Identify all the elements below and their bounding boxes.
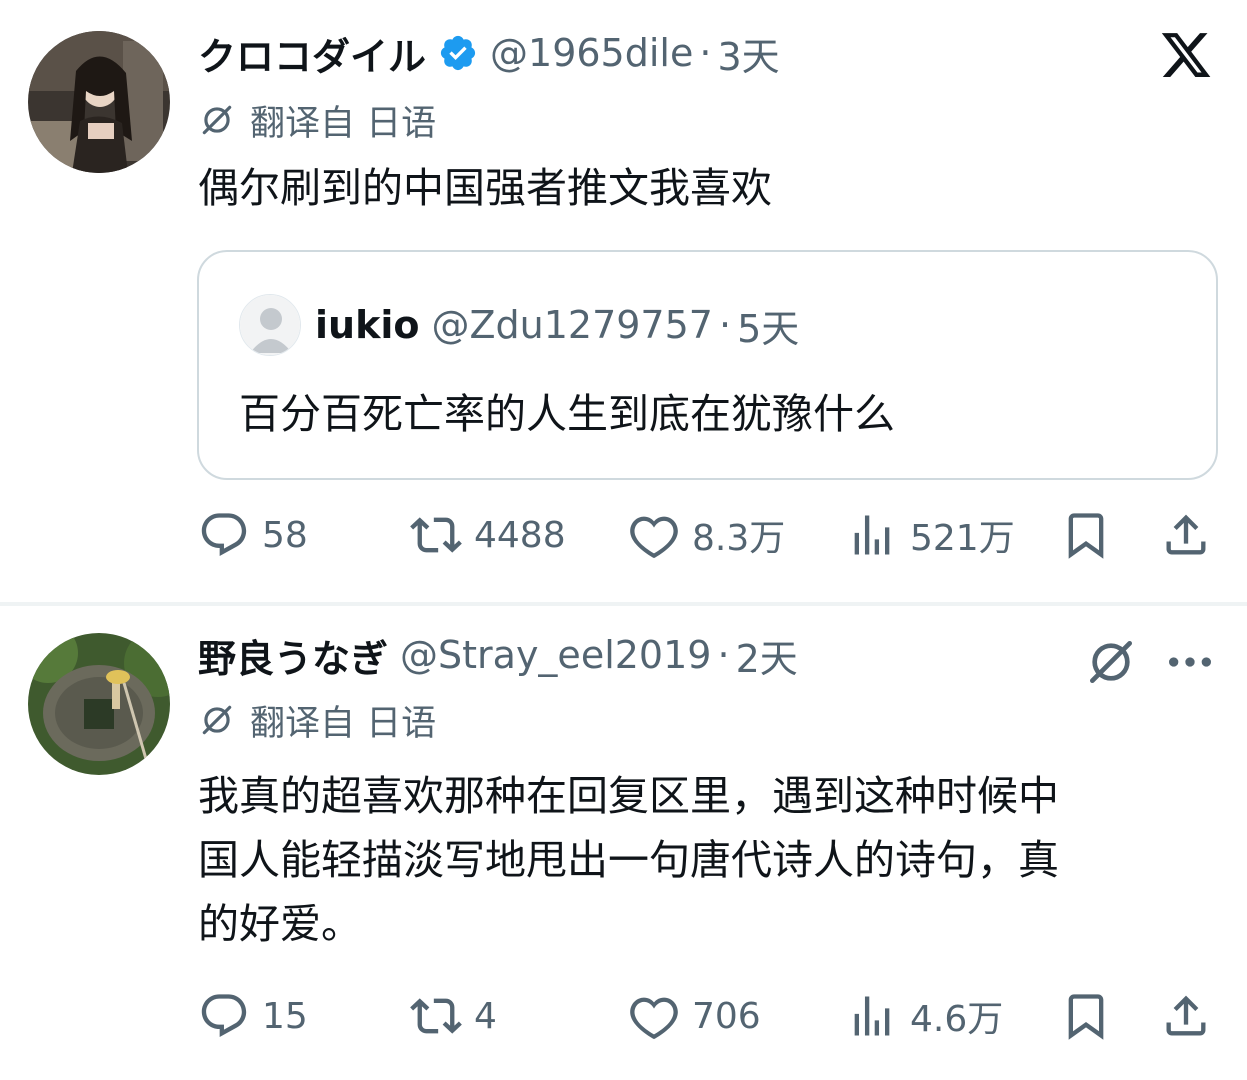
handle[interactable]: @1965dile xyxy=(490,31,693,75)
translate-icon xyxy=(202,705,232,735)
retweet-icon xyxy=(410,517,462,553)
like-button[interactable]: 706 xyxy=(628,986,761,1046)
reply-count: 15 xyxy=(262,995,308,1037)
timestamp[interactable]: 3天 xyxy=(717,26,779,81)
views-icon xyxy=(854,996,890,1036)
views-button[interactable]: 4.6万 xyxy=(846,986,1003,1046)
quote-display-name[interactable]: iukio xyxy=(315,303,419,347)
grok-icon[interactable] xyxy=(1083,634,1139,690)
reply-icon xyxy=(201,513,247,556)
tweet-text-line: 国人能轻描淡写地甩出一句唐代诗人的诗句，真 xyxy=(198,836,1059,884)
reply-icon xyxy=(201,994,247,1037)
quote-timestamp[interactable]: 5天 xyxy=(737,298,799,353)
translated-label: 翻译自 日语 xyxy=(250,103,437,144)
like-icon xyxy=(630,997,678,1040)
like-button[interactable]: 8.3万 xyxy=(628,505,785,565)
separator-dot: · xyxy=(699,31,712,75)
x-logo-icon xyxy=(1161,33,1211,77)
tweet-text: 我真的超喜欢那种在回复区里，遇到这种时候中 国人能轻描淡写地甩出一句唐代诗人的诗… xyxy=(198,764,1218,956)
like-count: 706 xyxy=(692,995,761,1037)
views-count: 4.6万 xyxy=(910,999,1004,1040)
views-icon xyxy=(854,515,890,555)
bookmark-button[interactable] xyxy=(1060,986,1112,1046)
retweet-count: 4488 xyxy=(474,514,566,556)
translated-label: 翻译自 日语 xyxy=(250,703,437,744)
tweet-header: クロコダイル @1965dile · 3天 xyxy=(198,26,780,81)
like-icon xyxy=(630,516,678,559)
handle[interactable]: @Stray_eel2019 xyxy=(400,633,711,677)
translated-from[interactable]: 翻译自 日语 xyxy=(198,98,436,144)
translated-from[interactable]: 翻译自 日语 xyxy=(198,698,436,744)
bookmark-icon xyxy=(1068,994,1104,1040)
bookmark-button[interactable] xyxy=(1060,505,1112,565)
quote-handle[interactable]: @Zdu1279757 xyxy=(431,303,712,347)
views-button[interactable]: 521万 xyxy=(846,505,1015,565)
action-bar: 58 4488 8.3万 521万 xyxy=(198,505,1220,565)
quote-text: 百分百死亡率的人生到底在犹豫什么 xyxy=(239,390,895,438)
tweet-text-line: 的好爱。 xyxy=(198,900,362,948)
tweet[interactable]: 野良うなぎ @Stray_eel2019 · 2天 翻译自 日语 我真的超喜欢那… xyxy=(0,606,1247,1080)
quote-avatar[interactable] xyxy=(239,294,301,356)
reply-button[interactable]: 15 xyxy=(198,986,308,1046)
share-icon xyxy=(1166,995,1206,1036)
display-name[interactable]: クロコダイル xyxy=(198,26,426,81)
retweet-button[interactable]: 4 xyxy=(410,986,497,1046)
retweet-icon xyxy=(410,998,462,1034)
share-button[interactable] xyxy=(1160,505,1212,565)
action-bar: 15 4 706 4.6万 xyxy=(198,986,1220,1046)
bookmark-icon xyxy=(1068,513,1104,559)
more-icon[interactable] xyxy=(1162,634,1218,690)
like-count: 8.3万 xyxy=(692,518,786,559)
share-icon xyxy=(1166,514,1206,555)
tweet[interactable]: クロコダイル @1965dile · 3天 翻译自 日语 偶尔刷到的中国强者推文… xyxy=(0,0,1247,604)
avatar[interactable] xyxy=(28,633,170,775)
quote-header: iukio @Zdu1279757 · 5天 xyxy=(315,298,799,353)
reply-count: 58 xyxy=(262,514,308,556)
retweet-count: 4 xyxy=(474,995,497,1037)
avatar[interactable] xyxy=(28,31,170,173)
verified-badge-icon xyxy=(440,35,476,71)
tweet-header: 野良うなぎ @Stray_eel2019 · 2天 xyxy=(198,628,798,683)
tweet-text: 偶尔刷到的中国强者推文我喜欢 xyxy=(198,164,772,212)
display-name[interactable]: 野良うなぎ xyxy=(198,628,388,683)
separator-dot: · xyxy=(717,633,730,677)
quoted-tweet[interactable]: iukio @Zdu1279757 · 5天 百分百死亡率的人生到底在犹豫什么 xyxy=(197,250,1218,480)
tweet-text-line: 我真的超喜欢那种在回复区里，遇到这种时候中 xyxy=(198,772,1059,820)
separator-dot: · xyxy=(718,303,732,347)
translate-icon xyxy=(202,105,232,135)
share-button[interactable] xyxy=(1160,986,1212,1046)
reply-button[interactable]: 58 xyxy=(198,505,308,565)
retweet-button[interactable]: 4488 xyxy=(410,505,566,565)
timestamp[interactable]: 2天 xyxy=(736,628,798,683)
views-count: 521万 xyxy=(910,518,1015,559)
